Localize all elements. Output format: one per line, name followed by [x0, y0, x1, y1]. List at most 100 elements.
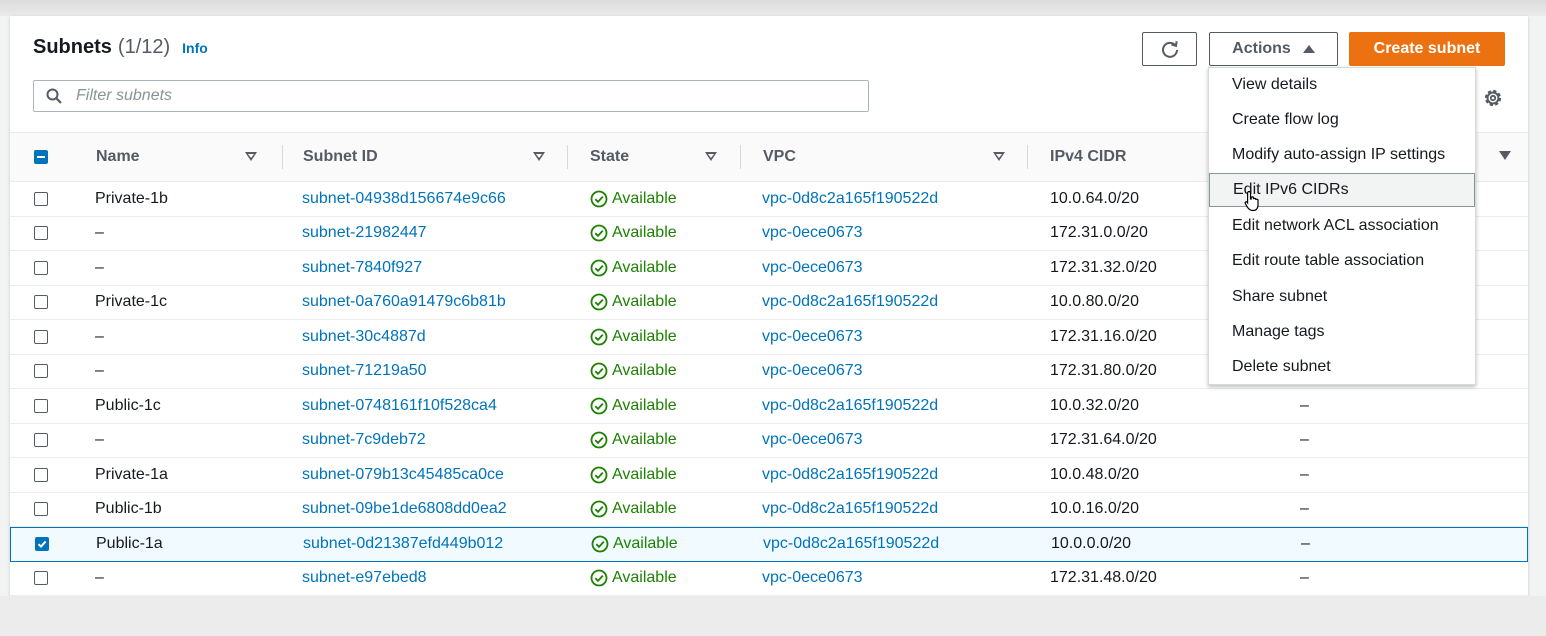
row-select-cell[interactable] — [34, 458, 48, 492]
row-select-cell[interactable] — [34, 355, 48, 389]
subnet-id-link[interactable]: subnet-21982447 — [302, 217, 427, 251]
subnet-id-link[interactable]: subnet-71219a50 — [302, 355, 427, 389]
vpc-link[interactable]: vpc-0d8c2a165f190522d — [762, 458, 938, 492]
row-checkbox[interactable] — [34, 329, 48, 344]
row-checkbox[interactable] — [34, 260, 48, 275]
column-vpc[interactable]: VPC — [763, 133, 796, 181]
state-cell: Available — [590, 286, 677, 320]
row-checkbox[interactable] — [34, 502, 48, 517]
ipv4-cidr: 172.31.64.0/20 — [1050, 431, 1157, 449]
vpc-link[interactable]: vpc-0d8c2a165f190522d — [762, 182, 938, 216]
filter-triangle-icon[interactable] — [245, 152, 257, 161]
state-cell: Available — [590, 182, 677, 216]
create-subnet-button[interactable]: Create subnet — [1349, 32, 1505, 66]
menu-item-create-flow-log[interactable]: Create flow log — [1209, 103, 1475, 137]
subnet-id-link[interactable]: subnet-0d21387efd449b012 — [303, 528, 503, 561]
menu-item-delete-subnet[interactable]: Delete subnet — [1209, 350, 1475, 384]
filter-triangle-icon[interactable] — [705, 152, 717, 161]
table-row[interactable]: Public-1c subnet-0748161f10f528ca4 Avail… — [10, 389, 1528, 424]
page-footer-area — [0, 596, 1546, 636]
state-label: Available — [612, 293, 677, 311]
subnet-id-link[interactable]: subnet-e97ebed8 — [302, 562, 427, 596]
table-row[interactable]: Private-1a subnet-079b13c45485ca0ce Avai… — [10, 458, 1528, 493]
row-select-cell[interactable] — [34, 424, 48, 458]
row-select-cell[interactable] — [34, 286, 48, 320]
state-label: Available — [612, 224, 677, 242]
subnet-id-link[interactable]: subnet-09be1de6808dd0ea2 — [302, 493, 507, 527]
row-select-cell[interactable] — [34, 389, 48, 423]
row-select-cell[interactable] — [34, 320, 48, 354]
vpc-link[interactable]: vpc-0ece0673 — [762, 217, 863, 251]
ipv4-cidr: 10.0.0.0/20 — [1051, 535, 1132, 553]
ipv4-cidr: 10.0.64.0/20 — [1050, 189, 1139, 207]
column-name[interactable]: Name — [96, 133, 140, 181]
subnet-id-link[interactable]: subnet-04938d156674e9c66 — [302, 182, 506, 216]
row-select-cell[interactable] — [35, 528, 49, 561]
refresh-button[interactable] — [1142, 32, 1197, 66]
table-row[interactable]: – subnet-7c9deb72 Available vpc-0ece0673… — [10, 424, 1528, 458]
ipv4-cidr: 10.0.16.0/20 — [1050, 500, 1139, 518]
table-row[interactable]: Public-1b subnet-09be1de6808dd0ea2 Avail… — [10, 493, 1528, 527]
subnet-id-link[interactable]: subnet-0748161f10f528ca4 — [302, 389, 497, 423]
vpc-link[interactable]: vpc-0ece0673 — [762, 424, 863, 458]
vpc-link[interactable]: vpc-0d8c2a165f190522d — [762, 493, 938, 527]
table-row[interactable]: – subnet-e97ebed8 Available vpc-0ece0673… — [10, 562, 1528, 596]
vpc-link[interactable]: vpc-0ece0673 — [762, 562, 863, 596]
row-select-cell[interactable] — [34, 217, 48, 251]
column-ipv4-cidr[interactable]: IPv4 CIDR — [1050, 133, 1126, 181]
menu-item-view-details[interactable]: View details — [1209, 68, 1475, 102]
subnet-id-link[interactable]: subnet-079b13c45485ca0ce — [302, 458, 504, 492]
column-state[interactable]: State — [590, 133, 629, 181]
menu-item-modify-auto-assign-ip-settings[interactable]: Modify auto-assign IP settings — [1209, 138, 1475, 172]
gear-icon[interactable] — [1482, 87, 1504, 109]
menu-item-manage-tags[interactable]: Manage tags — [1209, 315, 1475, 349]
row-checkbox[interactable] — [34, 364, 48, 379]
row-checkbox[interactable] — [35, 537, 49, 552]
row-checkbox[interactable] — [34, 295, 48, 310]
ipv4-cidr: 10.0.80.0/20 — [1050, 293, 1139, 311]
subnet-name: Private-1b — [95, 189, 168, 207]
subnet-id-link[interactable]: subnet-0a760a91479c6b81b — [302, 286, 506, 320]
row-select-cell[interactable] — [34, 562, 48, 596]
filter-triangle-icon[interactable] — [1499, 151, 1511, 160]
vpc-link[interactable]: vpc-0ece0673 — [762, 355, 863, 389]
table-row[interactable]: Public-1a subnet-0d21387efd449b012 Avail… — [10, 527, 1528, 562]
subnet-id-link[interactable]: subnet-30c4887d — [302, 320, 426, 354]
vpc-link[interactable]: vpc-0d8c2a165f190522d — [762, 389, 938, 423]
info-link[interactable]: Info — [182, 40, 208, 56]
vpc-link[interactable]: vpc-0ece0673 — [762, 251, 863, 285]
filter-input[interactable] — [74, 86, 868, 106]
state-label: Available — [612, 258, 677, 276]
subnet-id-link[interactable]: subnet-7840f927 — [302, 251, 422, 285]
column-subnet-id[interactable]: Subnet ID — [303, 133, 378, 181]
filter-triangle-icon[interactable] — [993, 152, 1005, 161]
select-all-cell[interactable] — [34, 133, 48, 181]
row-checkbox[interactable] — [34, 191, 48, 206]
vpc-link[interactable]: vpc-0ece0673 — [762, 320, 863, 354]
row-select-cell[interactable] — [34, 493, 48, 527]
actions-button[interactable]: Actions — [1209, 32, 1338, 66]
menu-item-share-subnet[interactable]: Share subnet — [1209, 280, 1475, 314]
row-checkbox[interactable] — [34, 467, 48, 482]
row-checkbox[interactable] — [34, 433, 48, 448]
column-divider — [282, 145, 283, 169]
state-cell: Available — [590, 355, 677, 389]
subnet-name: – — [95, 224, 104, 242]
filter-box[interactable] — [33, 80, 869, 112]
menu-item-edit-route-table-association[interactable]: Edit route table association — [1209, 244, 1475, 278]
select-all-checkbox[interactable] — [34, 150, 48, 164]
check-circle-icon — [590, 224, 608, 242]
row-select-cell[interactable] — [34, 251, 48, 285]
row-select-cell[interactable] — [34, 182, 48, 216]
subnet-name: – — [95, 327, 104, 345]
row-checkbox[interactable] — [34, 226, 48, 241]
check-circle-icon — [590, 293, 608, 311]
vpc-link[interactable]: vpc-0d8c2a165f190522d — [763, 528, 939, 561]
state-cell: Available — [591, 528, 678, 561]
row-checkbox[interactable] — [34, 398, 48, 413]
filter-triangle-icon[interactable] — [533, 152, 545, 161]
vpc-link[interactable]: vpc-0d8c2a165f190522d — [762, 286, 938, 320]
menu-item-edit-network-acl-association[interactable]: Edit network ACL association — [1209, 209, 1475, 243]
subnet-id-link[interactable]: subnet-7c9deb72 — [302, 424, 426, 458]
row-checkbox[interactable] — [34, 571, 48, 586]
